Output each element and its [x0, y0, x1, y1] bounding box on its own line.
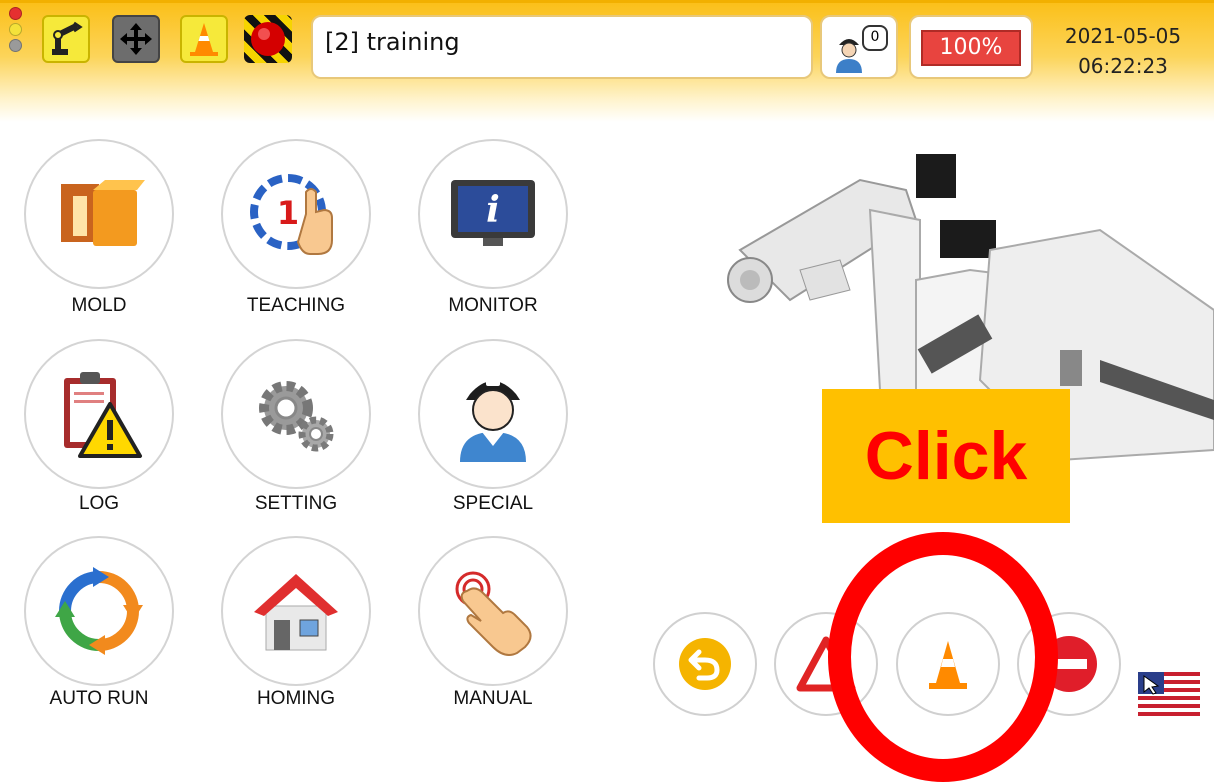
- date: 2021-05-05: [1064, 24, 1182, 48]
- cone-button[interactable]: [896, 612, 1000, 716]
- datetime: 2021-05-05 06:22:23: [1048, 21, 1198, 81]
- manual-button[interactable]: [418, 536, 568, 686]
- teaching-button[interactable]: 1: [221, 139, 371, 289]
- status-lights: [9, 7, 23, 55]
- traffic-cone-icon: [929, 641, 967, 689]
- click-callout: Click: [822, 389, 1070, 523]
- auto-run-cycle-icon: [55, 567, 143, 655]
- warning-triangle-icon: [796, 636, 856, 692]
- us-flag-icon[interactable]: [1138, 672, 1200, 716]
- move-arrows-icon[interactable]: [112, 15, 160, 63]
- mold-icon: [61, 180, 145, 246]
- teaching-icon: 1: [250, 174, 333, 255]
- special-button[interactable]: [418, 339, 568, 489]
- speed-value: 100%: [921, 30, 1021, 66]
- homing-label: HOMING: [256, 688, 336, 709]
- emergency-stop-icon[interactable]: [244, 15, 292, 63]
- monitor-button[interactable]: i: [418, 139, 568, 289]
- robot-arm-icon[interactable]: [42, 15, 90, 63]
- mold-label: MOLD: [71, 295, 127, 316]
- stop-icon: [1041, 636, 1097, 692]
- time: 06:22:23: [1078, 54, 1168, 78]
- operator-button[interactable]: 0: [820, 15, 898, 79]
- operator-count: 0: [862, 25, 888, 51]
- speed-button[interactable]: 100%: [909, 15, 1033, 79]
- monitor-label: MONITOR: [448, 295, 538, 316]
- auto-run-label: AUTO RUN: [49, 688, 149, 709]
- traffic-cone-icon[interactable]: [180, 15, 228, 63]
- operator-icon: [836, 39, 862, 73]
- manual-label: MANUAL: [453, 688, 533, 709]
- svg-text:i: i: [486, 189, 500, 231]
- top-bar: [2] training 0 100% 2021-05-05 06:22:23: [0, 0, 1214, 122]
- setting-gears-icon: [259, 381, 334, 452]
- setting-button[interactable]: [221, 339, 371, 489]
- homing-house-icon: [254, 574, 338, 651]
- log-button[interactable]: [24, 339, 174, 489]
- warning-button[interactable]: [774, 612, 878, 716]
- special-label: SPECIAL: [452, 493, 534, 514]
- homing-button[interactable]: [221, 536, 371, 686]
- svg-text:1: 1: [277, 194, 299, 232]
- yellow-light-icon: [9, 23, 22, 36]
- gray-light-icon: [9, 39, 22, 52]
- monitor-icon: i: [451, 180, 535, 246]
- log-label: LOG: [78, 493, 120, 514]
- teaching-label: TEACHING: [246, 295, 346, 316]
- special-worker-icon: [460, 378, 526, 462]
- stop-button[interactable]: [1017, 612, 1121, 716]
- program-name: [2] training: [325, 28, 460, 56]
- return-button[interactable]: [653, 612, 757, 716]
- auto-run-button[interactable]: [24, 536, 174, 686]
- mold-button[interactable]: [24, 139, 174, 289]
- log-icon: [64, 372, 142, 458]
- return-icon: [679, 638, 731, 690]
- manual-hand-icon: [455, 571, 532, 656]
- setting-label: SETTING: [254, 493, 338, 514]
- program-name-field[interactable]: [2] training: [311, 15, 813, 79]
- red-light-icon: [9, 7, 22, 20]
